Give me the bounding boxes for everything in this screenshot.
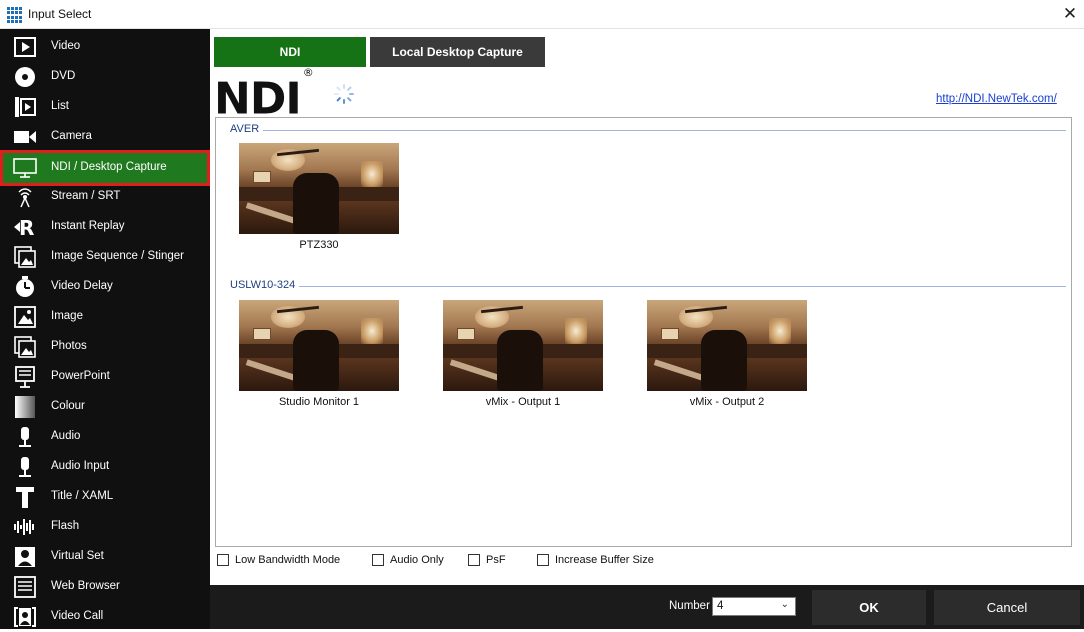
sidebar-item-dvd[interactable]: DVD: [0, 62, 210, 92]
source-thumbnail: [239, 300, 399, 391]
app-grid-icon: [7, 7, 23, 23]
checkbox-box[interactable]: [537, 554, 549, 566]
ndi-source-vmix-output-1[interactable]: vMix - Output 1: [443, 300, 603, 408]
checkbox-box[interactable]: [468, 554, 480, 566]
sidebar-item-image-sequence[interactable]: Image Sequence / Stinger: [0, 242, 210, 272]
sidebar-item-camera[interactable]: Camera: [0, 122, 210, 152]
colour-icon: [12, 395, 38, 419]
video-call-icon: [12, 605, 38, 629]
source-thumbnail: [647, 300, 807, 391]
sidebar-item-title-xaml[interactable]: Title / XAML: [0, 482, 210, 512]
input-type-sidebar: Video DVD List Camera NDI / Desktop Capt…: [0, 29, 210, 629]
input-select-window: Input Select ✕ Video DVD List Camera NDI…: [0, 0, 1084, 629]
sidebar-item-powerpoint[interactable]: PowerPoint: [0, 362, 210, 392]
browser-icon: [12, 575, 38, 599]
sidebar-item-stream-srt[interactable]: Stream / SRT: [0, 182, 210, 212]
sidebar-item-virtual-set[interactable]: Virtual Set: [0, 542, 210, 572]
photos-icon: [12, 335, 38, 359]
ndi-source-ptz330[interactable]: PTZ330: [239, 143, 399, 251]
clock-icon: [12, 275, 38, 299]
source-group-header: AVER: [222, 123, 1066, 137]
sidebar-item-instant-replay[interactable]: R Instant Replay: [0, 212, 210, 242]
sidebar-item-colour[interactable]: Colour: [0, 392, 210, 422]
number-dropdown[interactable]: 4 ⌄: [712, 597, 796, 616]
title-icon: [12, 485, 38, 509]
number-value: 4: [717, 600, 724, 612]
group-divider: [230, 130, 1066, 131]
sidebar-item-image[interactable]: Image: [0, 302, 210, 332]
list-icon: [12, 95, 38, 119]
ndi-logo: NDI®: [214, 66, 314, 125]
source-label: PTZ330: [299, 239, 339, 251]
checkbox-box[interactable]: [372, 554, 384, 566]
video-film-icon: [12, 35, 38, 59]
loading-spinner-icon: [334, 84, 354, 104]
ndi-source-studio-monitor-1[interactable]: Studio Monitor 1: [239, 300, 399, 408]
disc-icon: [12, 65, 38, 89]
broadcast-icon: [12, 185, 38, 209]
sidebar-item-ndi-desktop-capture[interactable]: NDI / Desktop Capture: [0, 150, 210, 186]
sidebar-item-audio[interactable]: Audio: [0, 422, 210, 452]
group-name: USLW10-324: [230, 279, 300, 291]
ok-button[interactable]: OK: [812, 590, 926, 625]
sidebar-item-photos[interactable]: Photos: [0, 332, 210, 362]
ndi-source-vmix-output-2[interactable]: vMix - Output 2: [647, 300, 807, 408]
waveform-icon: [12, 515, 38, 539]
sidebar-item-audio-input[interactable]: Audio Input: [0, 452, 210, 482]
source-thumbnail: [239, 143, 399, 234]
close-icon[interactable]: ✕: [1060, 4, 1080, 24]
presentation-icon: [12, 365, 38, 389]
sidebar-item-web-browser[interactable]: Web Browser: [0, 572, 210, 602]
source-label: vMix - Output 1: [485, 396, 561, 408]
source-label: Studio Monitor 1: [278, 396, 360, 408]
microphone-icon: [12, 455, 38, 479]
checkbox-box[interactable]: [217, 554, 229, 566]
camera-icon: [12, 125, 38, 149]
number-label: Number: [669, 600, 710, 612]
ndi-website-link[interactable]: http://NDI.NewTek.com/: [936, 93, 1057, 105]
source-label: vMix - Output 2: [689, 396, 765, 408]
person-icon: [12, 545, 38, 569]
window-title: Input Select: [28, 7, 92, 21]
tab-ndi[interactable]: NDI: [214, 37, 366, 67]
cancel-button[interactable]: Cancel: [934, 590, 1080, 625]
group-divider: [230, 286, 1066, 287]
source-thumbnail: [443, 300, 603, 391]
svg-text:R: R: [19, 216, 34, 238]
sidebar-item-video[interactable]: Video: [0, 32, 210, 62]
image-sequence-icon: [12, 245, 38, 269]
tab-local-desktop-capture[interactable]: Local Desktop Capture: [370, 37, 545, 67]
image-icon: [12, 305, 38, 329]
sidebar-item-video-delay[interactable]: Video Delay: [0, 272, 210, 302]
sidebar-item-flash[interactable]: Flash: [0, 512, 210, 542]
replay-icon: R: [12, 215, 38, 239]
title-bar: Input Select ✕: [0, 0, 1084, 29]
sidebar-item-list[interactable]: List: [0, 92, 210, 122]
source-group-header: USLW10-324: [222, 279, 1066, 293]
microphone-icon: [12, 425, 38, 449]
group-name: AVER: [230, 123, 264, 135]
monitor-icon: [12, 156, 38, 180]
chevron-down-icon: ⌄: [780, 599, 789, 610]
sidebar-item-video-call[interactable]: Video Call: [0, 602, 210, 632]
